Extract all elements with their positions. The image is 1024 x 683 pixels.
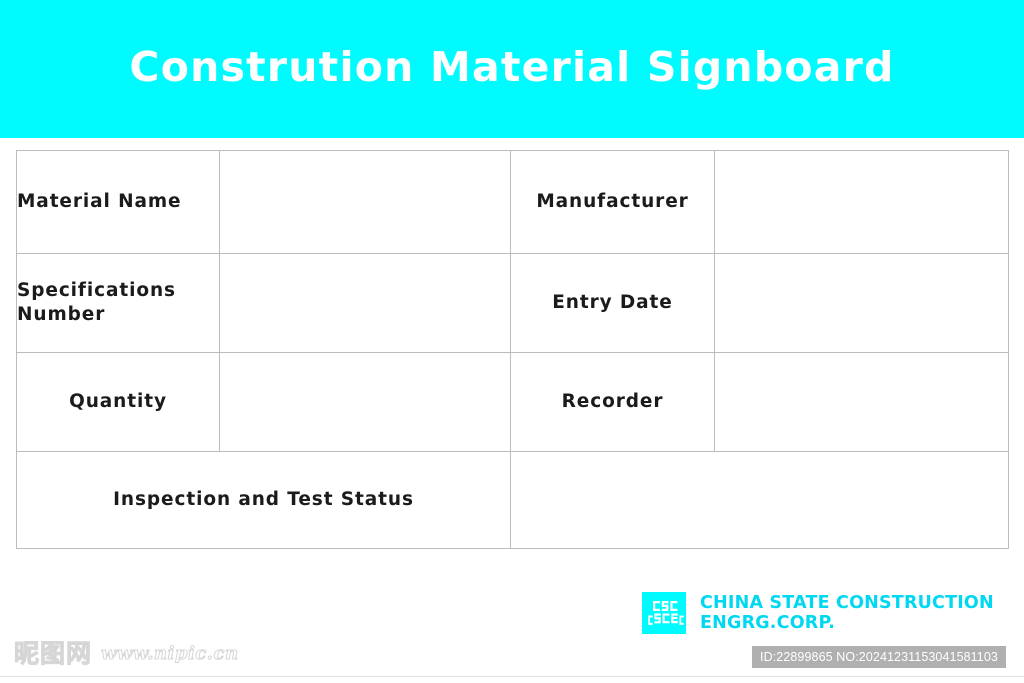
label-entry-date: Entry Date bbox=[510, 253, 715, 353]
cscec-logo-icon bbox=[642, 592, 686, 634]
value-specifications-number[interactable] bbox=[219, 253, 511, 353]
watermark-url: www.nipic.cn bbox=[101, 642, 239, 664]
signboard-table: Material Name Manufacturer Specification… bbox=[16, 150, 1009, 549]
table-row: Specifications Number Entry Date bbox=[16, 253, 1009, 353]
value-quantity[interactable] bbox=[219, 352, 511, 452]
table-row: Quantity Recorder bbox=[16, 352, 1009, 452]
value-material-name[interactable] bbox=[219, 150, 511, 254]
label-specifications-number-line1: Specifications bbox=[17, 279, 176, 301]
page-title: Constrution Material Signboard bbox=[129, 42, 895, 91]
label-material-name: Material Name bbox=[16, 150, 220, 254]
label-specifications-number: Specifications Number bbox=[16, 253, 220, 353]
label-recorder: Recorder bbox=[510, 352, 715, 452]
header-banner: Constrution Material Signboard bbox=[0, 0, 1024, 138]
company-name-line2: ENGRG.CORP. bbox=[700, 613, 836, 634]
table-row: Material Name Manufacturer bbox=[16, 150, 1009, 254]
label-quantity: Quantity bbox=[16, 352, 220, 452]
watermark-logo-text: 昵图网 bbox=[13, 639, 93, 668]
watermark: 昵图网 www.nipic.cn bbox=[13, 639, 239, 668]
label-specifications-number-line2: Number bbox=[17, 304, 106, 325]
company-branding: CHINA STATE CONSTRUCTION ENGRG.CORP. bbox=[642, 592, 994, 634]
bottom-divider bbox=[0, 676, 1024, 677]
label-manufacturer: Manufacturer bbox=[510, 150, 715, 254]
table-row: Inspection and Test Status bbox=[16, 451, 1009, 549]
value-entry-date[interactable] bbox=[714, 253, 1009, 353]
value-manufacturer[interactable] bbox=[714, 150, 1009, 254]
value-inspection-and-test-status[interactable] bbox=[510, 451, 1009, 549]
company-name-line1: CHINA STATE CONSTRUCTION bbox=[700, 593, 994, 613]
label-inspection-and-test-status: Inspection and Test Status bbox=[16, 451, 511, 549]
value-recorder[interactable] bbox=[714, 352, 1009, 452]
id-badge: ID:22899865 NO:20241231153041581103 bbox=[752, 646, 1006, 668]
company-name: CHINA STATE CONSTRUCTION ENGRG.CORP. bbox=[700, 592, 994, 634]
